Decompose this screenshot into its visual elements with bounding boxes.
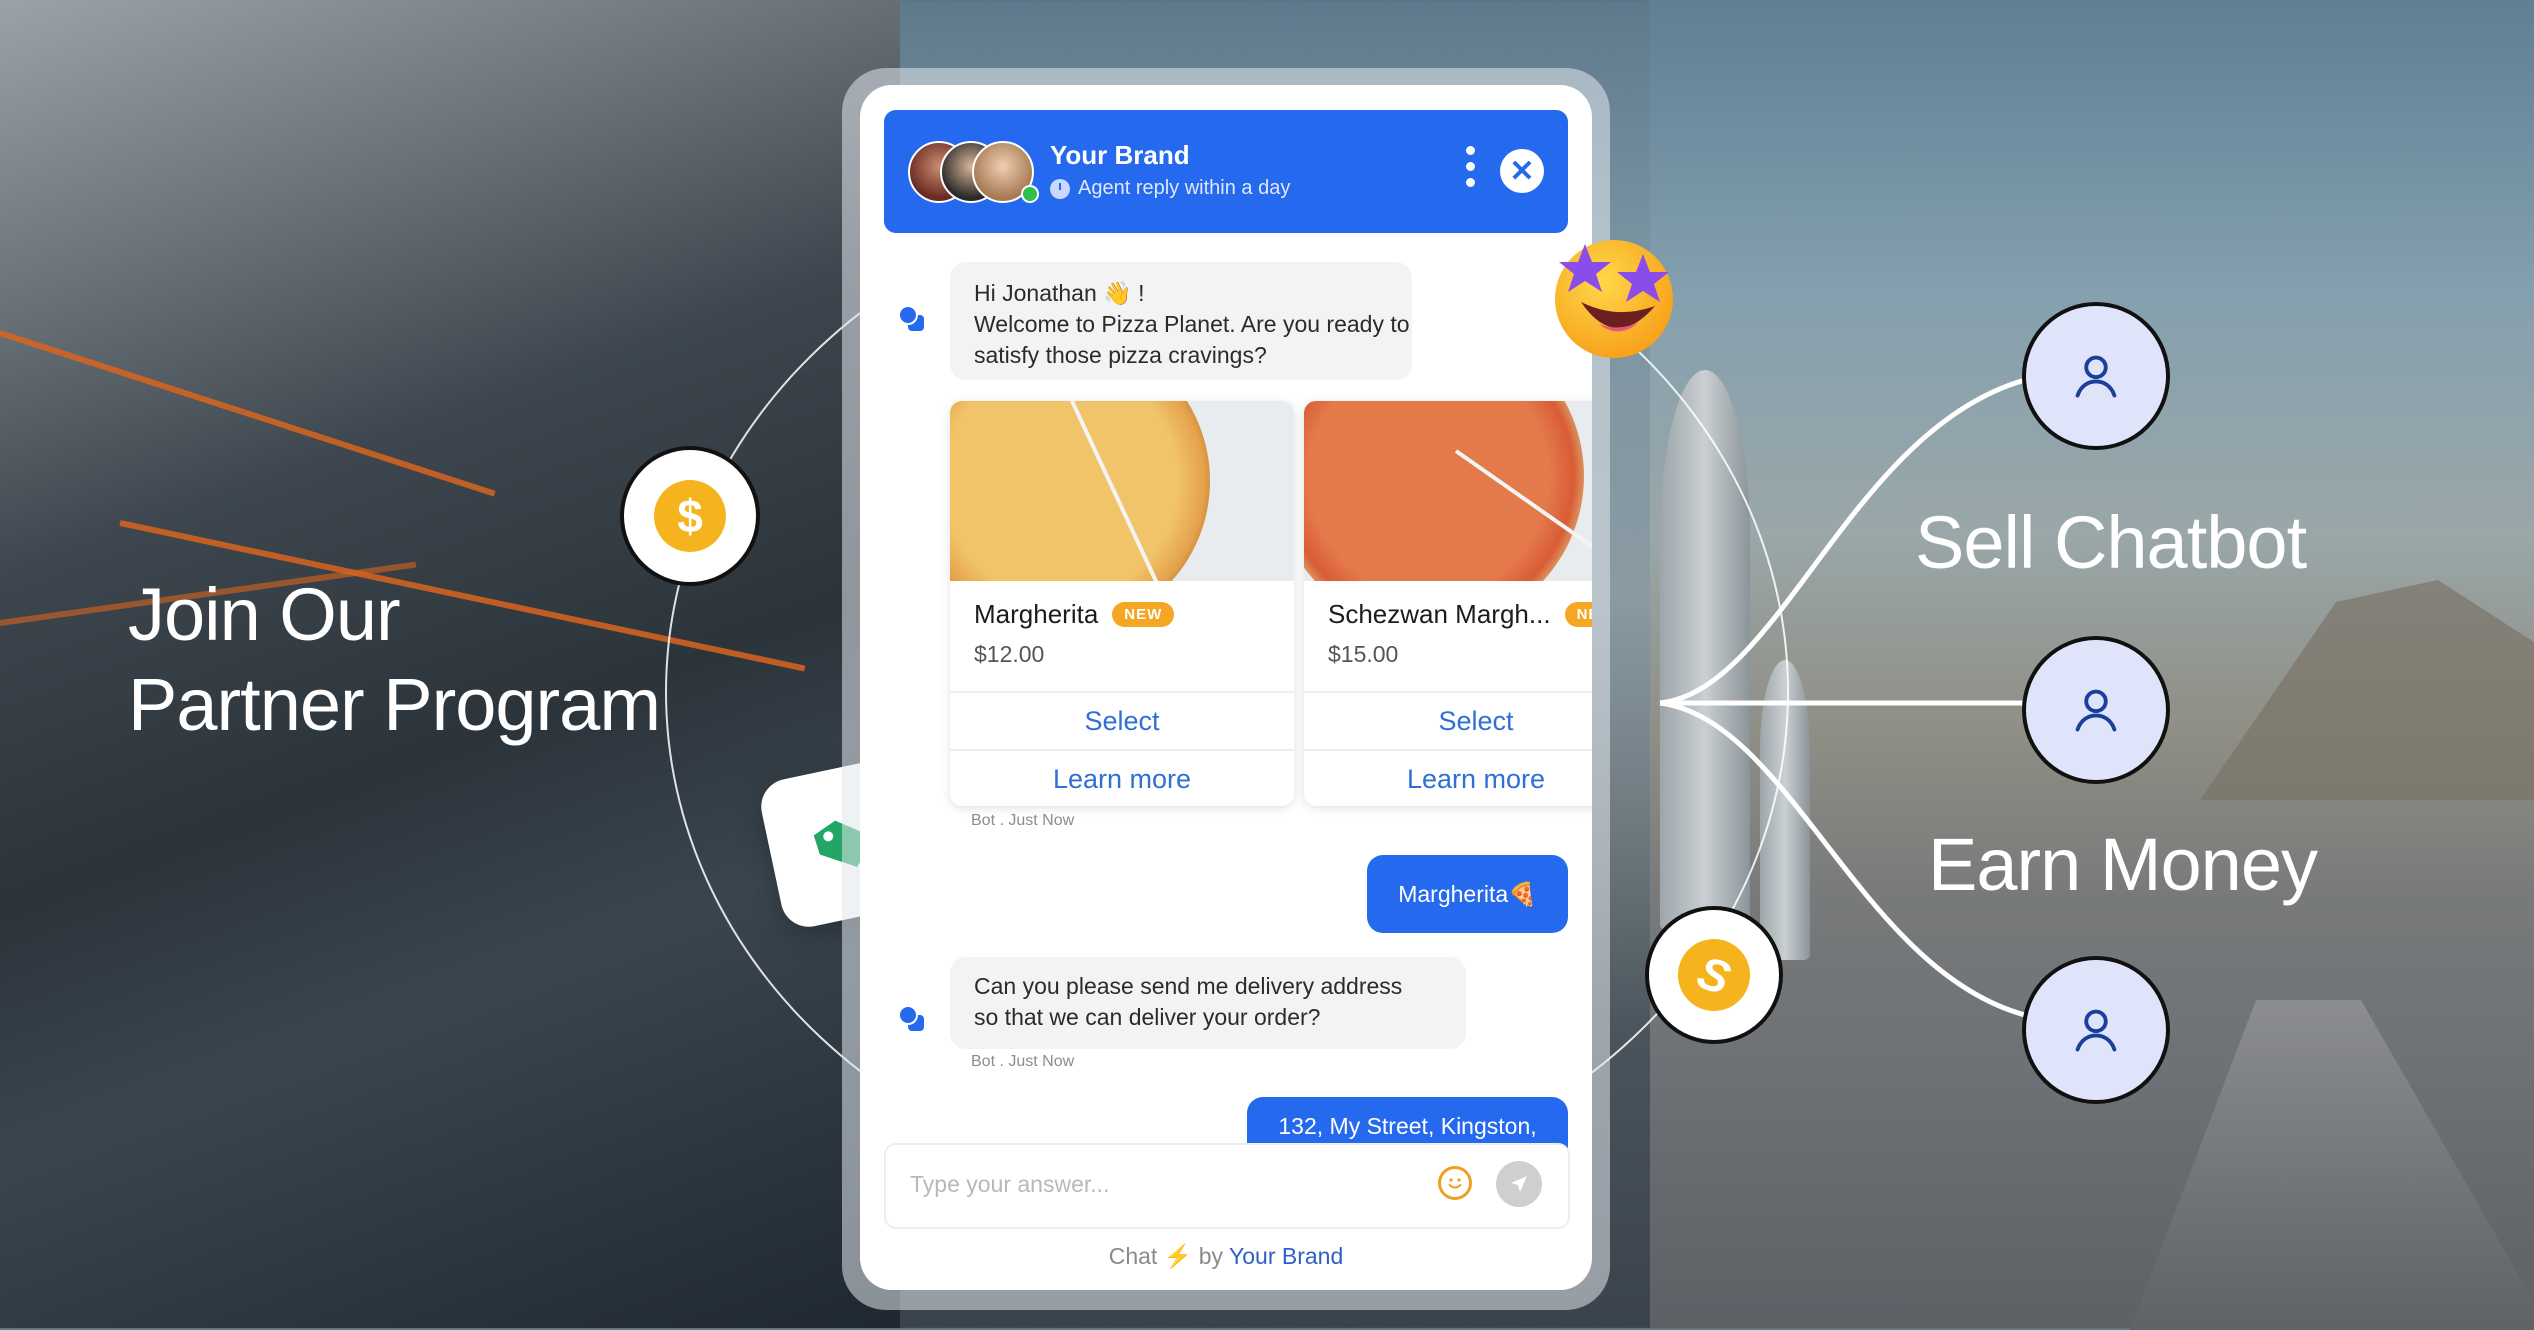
dollar-coin-icon: S	[1668, 929, 1760, 1021]
chat-status: Agent reply within a day	[1050, 177, 1290, 200]
footer-by: by	[1198, 1243, 1224, 1269]
product-image	[950, 401, 1294, 581]
bot-message-address: Can you please send me delivery address …	[950, 957, 1466, 1049]
smiley-icon	[1448, 1178, 1462, 1189]
product-name: Margherita	[974, 599, 1099, 629]
message-line: Welcome to Pizza Planet. Are you ready t…	[974, 311, 1410, 337]
product-name: Schezwan Margh...	[1328, 599, 1551, 629]
answer-input[interactable]: Type your answer...	[910, 1171, 1109, 1198]
headline-line-2: Partner Program	[128, 663, 661, 746]
user-node-middle	[2022, 636, 2170, 784]
product-image	[1304, 401, 1592, 581]
agent-avatars	[908, 141, 1039, 203]
product-title: Margherita NEW	[974, 599, 1175, 630]
label-earn-money: Earn Money	[1928, 823, 2318, 906]
learn-more-button[interactable]: Learn more	[950, 749, 1294, 806]
send-button[interactable]	[1496, 1161, 1542, 1207]
message-line: Hi Jonathan 👋 !	[974, 280, 1145, 306]
user-node-bottom	[2022, 956, 2170, 1104]
user-icon	[2075, 355, 2117, 398]
clock-icon	[1050, 178, 1070, 199]
user-icon	[2075, 1009, 2117, 1052]
product-price: $12.00	[974, 641, 1045, 667]
coin-badge-right: S	[1645, 906, 1783, 1044]
powered-by-footer: Chat ⚡ by Your Brand	[860, 1243, 1592, 1270]
message-meta: Bot . Just Now	[971, 1053, 1075, 1070]
bot-avatar-icon	[898, 1005, 924, 1031]
user-node-top	[2022, 302, 2170, 450]
pizza-image	[950, 401, 1210, 581]
select-button[interactable]: Select	[1304, 691, 1592, 750]
user-icon	[2075, 689, 2117, 732]
message-meta: Bot . Just Now	[971, 812, 1075, 829]
footer-prefix: Chat	[1108, 1243, 1158, 1269]
learn-more-button[interactable]: Learn more	[1304, 749, 1592, 806]
new-badge: NEW	[1112, 602, 1175, 627]
select-button[interactable]: Select	[950, 691, 1294, 750]
coin-badge-left: $	[620, 446, 760, 586]
bot-avatar-icon	[898, 305, 924, 331]
more-options-button[interactable]	[1466, 146, 1476, 198]
chat-status-text: Agent reply within a day	[1078, 177, 1291, 199]
label-sell-chatbot: Sell Chatbot	[1915, 501, 2307, 584]
emoji-button[interactable]	[1438, 1166, 1472, 1200]
close-button[interactable]: ✕	[1500, 149, 1544, 193]
message-line: so that we can deliver your order?	[974, 1004, 1321, 1030]
product-card: Margherita NEW $12.00 Select Learn more	[950, 401, 1294, 806]
bot-message-welcome: Hi Jonathan 👋 ! Welcome to Pizza Planet.…	[950, 262, 1412, 380]
product-title: Schezwan Margh... NEW	[1328, 599, 1592, 630]
star-struck-emoji-icon	[1555, 240, 1673, 358]
new-badge: NEW	[1564, 602, 1592, 627]
lightning-icon: ⚡	[1163, 1243, 1193, 1269]
chat-header: Your Brand Agent reply within a day ✕	[884, 110, 1568, 233]
message-line: satisfy those pizza cravings?	[974, 342, 1267, 368]
product-price: $15.00	[1328, 641, 1399, 667]
footer-brand-link[interactable]: Your Brand	[1229, 1243, 1343, 1269]
chat-widget: Your Brand Agent reply within a day ✕ Hi…	[860, 85, 1592, 1290]
pizza-image	[1304, 401, 1584, 581]
send-icon	[1511, 1176, 1527, 1192]
user-message: Margherita🍕	[1367, 855, 1568, 933]
dollar-coin-icon: $	[654, 480, 726, 552]
message-composer[interactable]: Type your answer...	[884, 1143, 1570, 1229]
headline-line-1: Join Our	[128, 573, 401, 656]
chat-brand-name: Your Brand	[1050, 140, 1190, 170]
message-line: Can you please send me delivery address	[974, 973, 1403, 999]
online-status-dot	[1021, 185, 1039, 203]
headline: Join Our Partner Program	[128, 570, 661, 750]
product-card: Schezwan Margh... NEW $15.00 Select Lear…	[1304, 401, 1592, 806]
